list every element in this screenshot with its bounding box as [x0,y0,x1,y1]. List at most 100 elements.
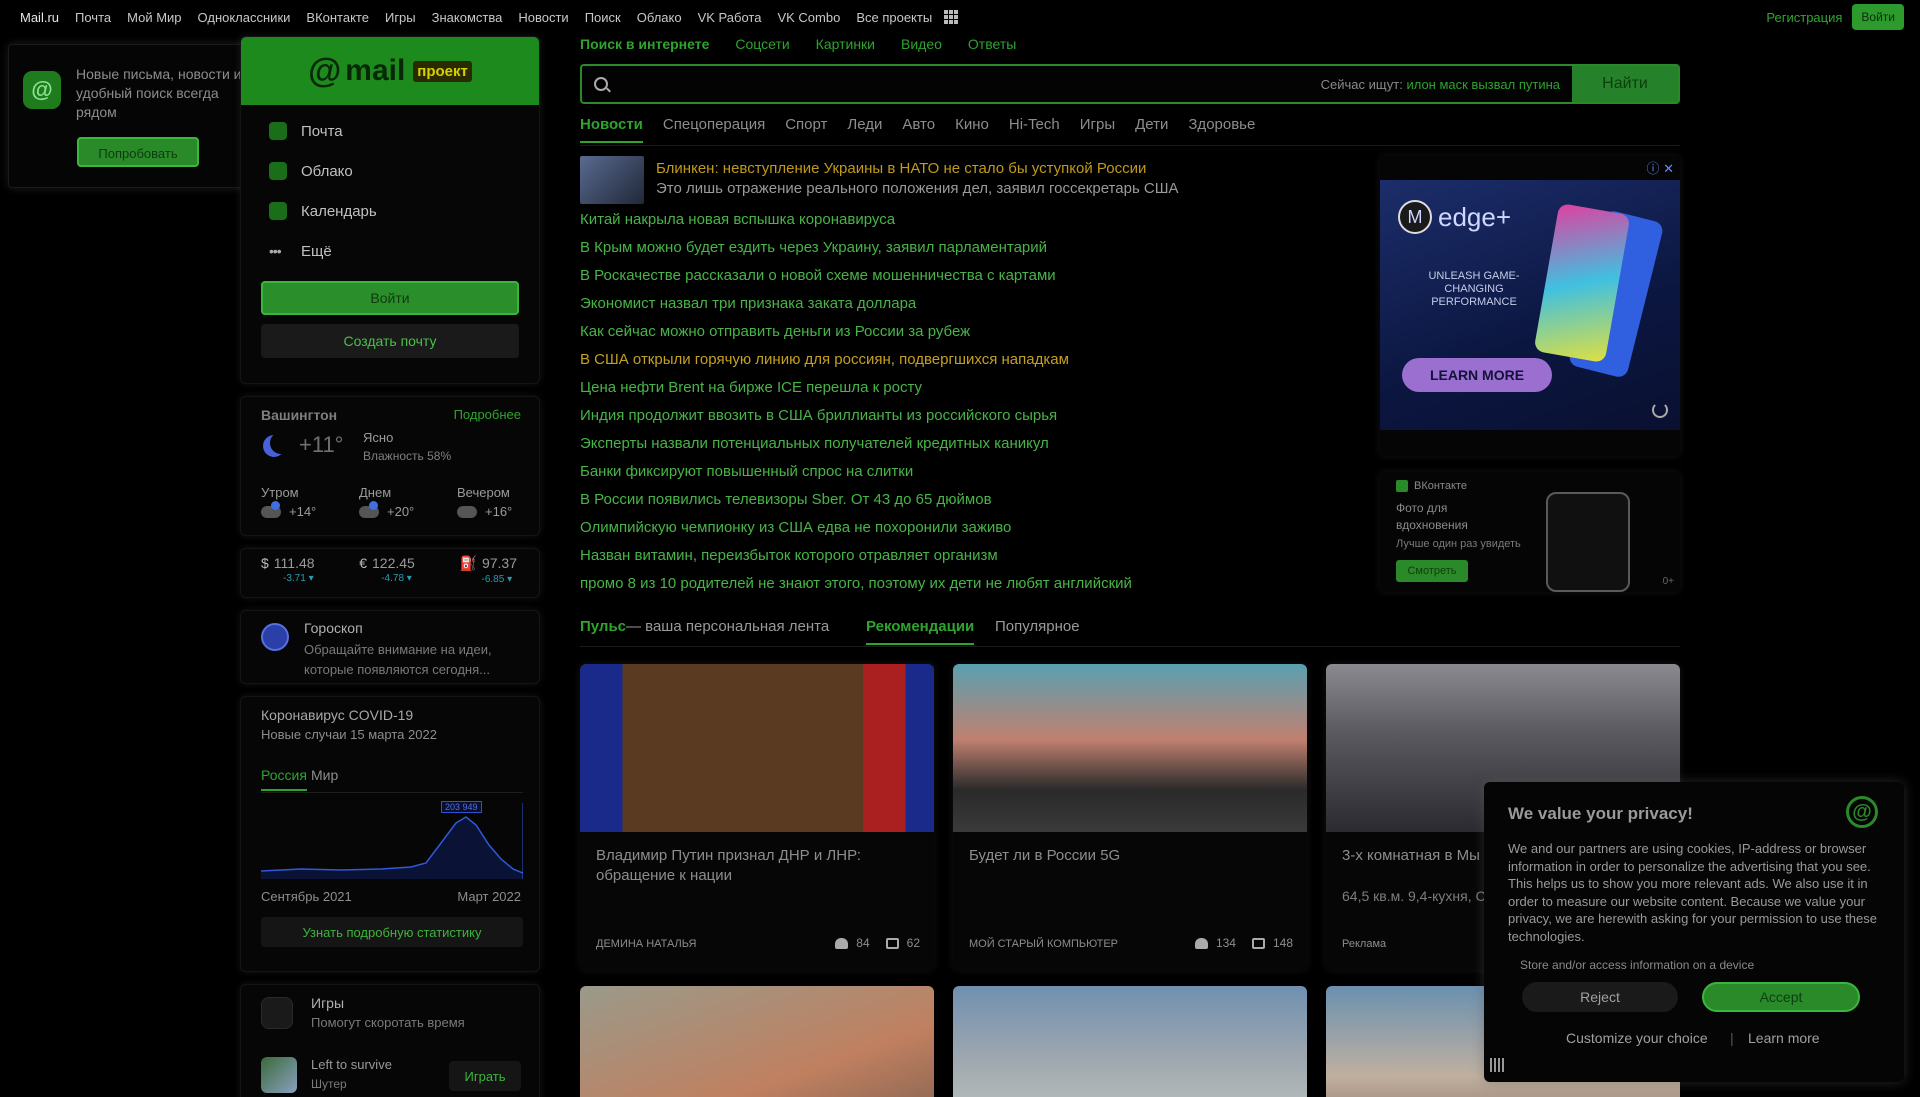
topbar-link-odnoklassniki[interactable]: Одноклассники [198,10,291,25]
menu-item-more[interactable]: ••• Ещё [241,231,539,271]
all-projects-grid-icon[interactable] [944,10,959,24]
advertisement-banner[interactable]: ⓘ ✕ Medge+ UNLEASH GAME-CHANGING PERFORM… [1380,156,1680,456]
tab-recommendations[interactable]: Рекомендации [866,618,975,645]
games-title[interactable]: Игры [311,995,344,1011]
news-link[interactable]: Экономист назвал три признака заката дол… [580,294,1132,322]
tab-web-search[interactable]: Поиск в интернете [580,36,709,56]
news-link[interactable]: Индия продолжит ввозить в США бриллианты… [580,406,1132,434]
tab-answers[interactable]: Ответы [968,36,1016,56]
game-title[interactable]: Left to survive [311,1057,392,1072]
topbar-link-cloud[interactable]: Облако [637,10,682,25]
weather-more-link[interactable]: Подробнее [454,407,521,422]
topbar-link-dating[interactable]: Знакомства [432,10,503,25]
tab-kids[interactable]: Дети [1135,116,1168,143]
heart-icon[interactable] [1194,937,1208,949]
top-news-thumbnail[interactable] [580,156,644,204]
news-link[interactable]: Банки фиксируют повышенный спрос на слит… [580,462,1132,490]
rate-oil[interactable]: ⛽ 97.37 -6.85 ▾ [460,555,517,597]
tab-social[interactable]: Соцсети [735,36,789,56]
tab-lady[interactable]: Леди [847,116,882,143]
top-news-title[interactable]: Блинкен: невступление Украины в НАТО не … [656,160,1146,177]
card-source[interactable]: Мой старый компьютер [969,938,1118,950]
register-link[interactable]: Регистрация [1766,10,1842,25]
topbar-link-search[interactable]: Поиск [585,10,621,25]
menu-item-calendar[interactable]: Календарь [241,191,539,231]
tab-sport[interactable]: Спорт [785,116,827,143]
tab-hitech[interactable]: Hi-Tech [1009,116,1060,143]
tab-health[interactable]: Здоровье [1188,116,1255,143]
news-link[interactable]: Цена нефти Brent на бирже ICE перешла к … [580,378,1132,406]
card-source[interactable]: Демина Наталья [596,938,696,950]
topbar-link-vkontakte[interactable]: ВКонтакте [306,10,369,25]
mail-logo[interactable]: @ mail проект [308,52,472,91]
menu-item-cloud[interactable]: Облако [241,151,539,191]
tab-world[interactable]: Мир [311,767,338,783]
topbar-link-all-projects[interactable]: Все проекты [856,10,932,25]
reject-button[interactable]: Reject [1522,982,1678,1012]
feed-card[interactable]: Владимир Путин признал ДНР и ЛНР: обраще… [580,664,934,970]
covid-stats-button[interactable]: Узнать подробную статистику [261,917,523,947]
create-mail-button[interactable]: Создать почту [261,324,519,358]
promo-news-link[interactable]: промо 8 из 10 родителей не знают этого, … [580,574,1132,602]
ad-close-icon[interactable]: ⓘ ✕ [1646,158,1674,177]
try-button[interactable]: Попробовать [77,137,199,167]
login-button[interactable]: Войти [261,281,519,315]
tab-special-operation[interactable]: Спецоперация [663,116,765,143]
vk-watch-button[interactable]: Смотреть [1396,560,1468,582]
news-link[interactable]: Олимпийскую чемпионку из США едва не пох… [580,518,1132,546]
news-link[interactable]: В Роскачестве рассказали о новой схеме м… [580,266,1132,294]
topbar-link-vk-combo[interactable]: VK Combo [777,10,840,25]
horoscope-widget[interactable]: Гороскоп Обращайте внимание на идеи, кот… [240,610,540,684]
news-link[interactable]: Назван витамин, переизбыток которого отр… [580,546,1132,574]
tab-news[interactable]: Новости [580,116,643,143]
game-thumbnail[interactable] [261,1057,297,1093]
topbar-link-vk-work[interactable]: VK Работа [698,10,762,25]
topbar-link-games[interactable]: Игры [385,10,416,25]
news-link[interactable]: В США открыли горячую линию для россиян,… [580,350,1132,378]
ad-image[interactable]: Medge+ UNLEASH GAME-CHANGING PERFORMANCE… [1380,180,1680,430]
topbar-link-news[interactable]: Новости [518,10,568,25]
card-title[interactable]: Владимир Путин признал ДНР и ЛНР: обраще… [596,846,916,886]
news-link[interactable]: В Крым можно будет ездить через Украину,… [580,238,1132,266]
card-title[interactable]: Будет ли в России 5G [969,846,1289,866]
trending-query[interactable]: Сейчас ищут: илон маск вызвал путина [1321,77,1560,92]
news-link[interactable]: Китай накрыла новая вспышка коронавируса [580,210,1132,238]
feed-card[interactable] [953,986,1307,1097]
search-button[interactable]: Найти [1572,66,1678,102]
tab-popular[interactable]: Популярное [995,618,1080,635]
learn-more-link[interactable]: Learn more [1748,1030,1820,1046]
news-link[interactable]: В России появились телевизоры Sber. От 4… [580,490,1132,518]
heart-icon[interactable] [835,937,849,949]
tab-cinema[interactable]: Кино [955,116,989,143]
topbar-login-button[interactable]: Войти [1852,4,1904,30]
tab-auto[interactable]: Авто [902,116,935,143]
news-link[interactable]: Как сейчас можно отправить деньги из Рос… [580,322,1132,350]
tab-russia[interactable]: Россия [261,767,307,791]
comment-icon[interactable] [885,937,899,949]
ad-learn-more-button[interactable]: LEARN MORE [1402,358,1552,392]
card-image[interactable] [953,664,1307,832]
pulse-title[interactable]: Пульс [580,618,626,635]
topbar-link-my-world[interactable]: Мой Мир [127,10,181,25]
menu-item-mail[interactable]: Почта [241,111,539,151]
topbar-link-mailru[interactable]: Mail.ru [20,10,59,25]
rate-eur[interactable]: €122.45 -4.78 ▾ [359,555,415,597]
tab-games[interactable]: Игры [1080,116,1115,143]
card-image[interactable] [580,664,934,832]
feed-card[interactable] [580,986,934,1097]
vk-advertisement[interactable]: ВКонтакте Фото для вдохновения Лучше оди… [1380,472,1680,592]
news-link[interactable]: Эксперты назвали потенциальных получател… [580,434,1132,462]
search-input[interactable]: Сейчас ищут: илон маск вызвал путина Най… [580,64,1680,104]
feed-card[interactable]: Будет ли в России 5G Мой старый компьюте… [953,664,1307,970]
topbar-link-mail[interactable]: Почта [75,10,111,25]
weather-city[interactable]: Вашингтон [261,407,337,423]
comment-icon[interactable] [1251,937,1265,949]
accept-button[interactable]: Accept [1702,982,1860,1012]
play-button[interactable]: Играть [449,1061,521,1091]
rate-usd[interactable]: $111.48 -3.71 ▾ [261,555,315,597]
tab-images[interactable]: Картинки [816,36,875,56]
oil-icon: ⛽ [459,555,477,571]
customize-link[interactable]: Customize your choice [1566,1030,1708,1046]
tab-video[interactable]: Видео [901,36,942,56]
reload-icon[interactable] [1652,402,1668,418]
